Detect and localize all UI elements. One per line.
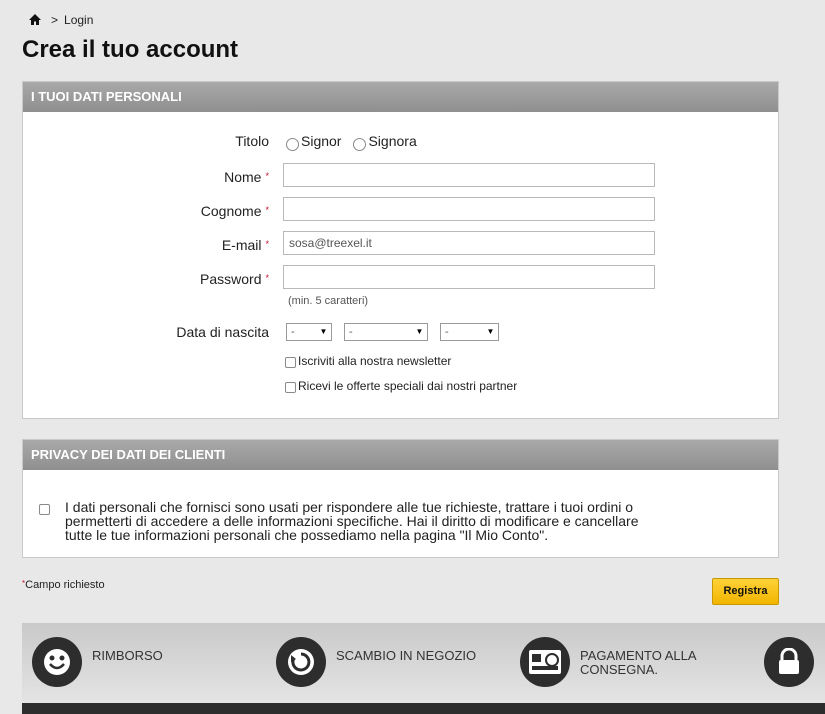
features-bar: RIMBORSO SCAMBIO IN NEGOZIO PAGAMENTO AL…	[22, 623, 825, 703]
required-mark: *	[22, 579, 26, 588]
privacy-header: PRIVACY DEI DATI DEI CLIENTI	[23, 440, 778, 470]
feature-cash-on-delivery[interactable]: PAGAMENTO ALLA CONSEGNA.	[520, 637, 710, 687]
breadcrumb-separator: >	[51, 13, 59, 27]
birth-year-select[interactable]: - ▼	[440, 323, 499, 341]
last-name-input[interactable]	[283, 197, 655, 221]
dropdown-arrow-icon: ▼	[319, 326, 328, 338]
refresh-icon	[276, 637, 326, 687]
feature-refund-label: RIMBORSO	[92, 648, 163, 663]
feature-cash-label: PAGAMENTO ALLA CONSEGNA.	[580, 648, 696, 677]
password-input[interactable]	[283, 265, 655, 289]
required-field-note: *Campo richiesto	[22, 579, 105, 591]
newsletter-checkbox[interactable]	[285, 356, 296, 368]
footer-bar	[22, 703, 825, 714]
first-name-label: Nome *	[23, 169, 269, 185]
email-label-text: E-mail	[221, 237, 262, 253]
birth-year-value: -	[445, 326, 449, 338]
home-icon[interactable]	[29, 14, 41, 26]
register-button[interactable]: Registra	[712, 578, 779, 605]
password-hint: (min. 5 caratteri)	[288, 295, 369, 307]
required-mark: *	[265, 205, 269, 215]
breadcrumb-current: Login	[64, 13, 94, 27]
email-input[interactable]: sosa@treexel.it	[283, 231, 655, 255]
personal-data-panel: I TUOI DATI PERSONALI Titolo Signor Sign…	[22, 81, 779, 419]
partners-label[interactable]: Ricevi le offerte speciali dai nostri pa…	[298, 379, 517, 393]
privacy-panel: PRIVACY DEI DATI DEI CLIENTI I dati pers…	[22, 439, 779, 558]
password-label-text: Password	[200, 271, 262, 287]
required-mark: *	[265, 239, 269, 249]
title-label: Titolo	[235, 133, 269, 149]
cash-icon	[520, 637, 570, 687]
partners-checkbox[interactable]	[285, 381, 296, 393]
required-mark: *	[265, 171, 269, 181]
feature-refund[interactable]: RIMBORSO	[32, 637, 222, 687]
partners-option[interactable]: Ricevi le offerte speciali dai nostri pa…	[285, 379, 517, 393]
dropdown-arrow-icon: ▼	[486, 326, 495, 338]
title-radio-signor[interactable]	[286, 137, 299, 151]
title-radio-group: Signor Signora	[286, 133, 429, 151]
privacy-checkbox[interactable]	[39, 504, 50, 515]
privacy-consent: I dati personali che fornisci sono usati…	[39, 500, 655, 542]
newsletter-option[interactable]: Iscriviti alla nostra newsletter	[285, 354, 451, 368]
personal-data-header: I TUOI DATI PERSONALI	[23, 82, 778, 112]
first-name-label-text: Nome	[224, 169, 262, 185]
newsletter-label[interactable]: Iscriviti alla nostra newsletter	[298, 354, 451, 368]
breadcrumb: > Login	[29, 13, 93, 27]
title-option-signora[interactable]: Signora	[368, 133, 416, 149]
dropdown-arrow-icon: ▼	[415, 326, 424, 338]
required-mark: *	[265, 273, 269, 283]
feature-secure[interactable]	[764, 637, 814, 687]
birth-day-value: -	[291, 326, 295, 338]
last-name-label: Cognome *	[23, 203, 269, 219]
feature-exchange-label: SCAMBIO IN NEGOZIO	[336, 648, 477, 663]
first-name-input[interactable]	[283, 163, 655, 187]
privacy-text: I dati personali che fornisci sono usati…	[65, 499, 639, 543]
birth-month-value: -	[349, 326, 353, 338]
feature-exchange[interactable]: SCAMBIO IN NEGOZIO	[276, 637, 496, 687]
last-name-label-text: Cognome	[200, 203, 262, 219]
password-label: Password *	[23, 271, 269, 287]
page-title: Crea il tuo account	[22, 36, 239, 63]
smile-icon	[32, 637, 82, 687]
lock-icon	[764, 637, 814, 687]
title-radio-signora[interactable]	[353, 137, 367, 151]
birth-date-label: Data di nascita	[176, 324, 269, 340]
birth-month-select[interactable]: - ▼	[344, 323, 428, 341]
required-note-text: Campo richiesto	[25, 579, 105, 591]
email-label: E-mail *	[23, 237, 269, 253]
title-option-signor[interactable]: Signor	[301, 133, 341, 149]
birth-day-select[interactable]: - ▼	[286, 323, 332, 341]
